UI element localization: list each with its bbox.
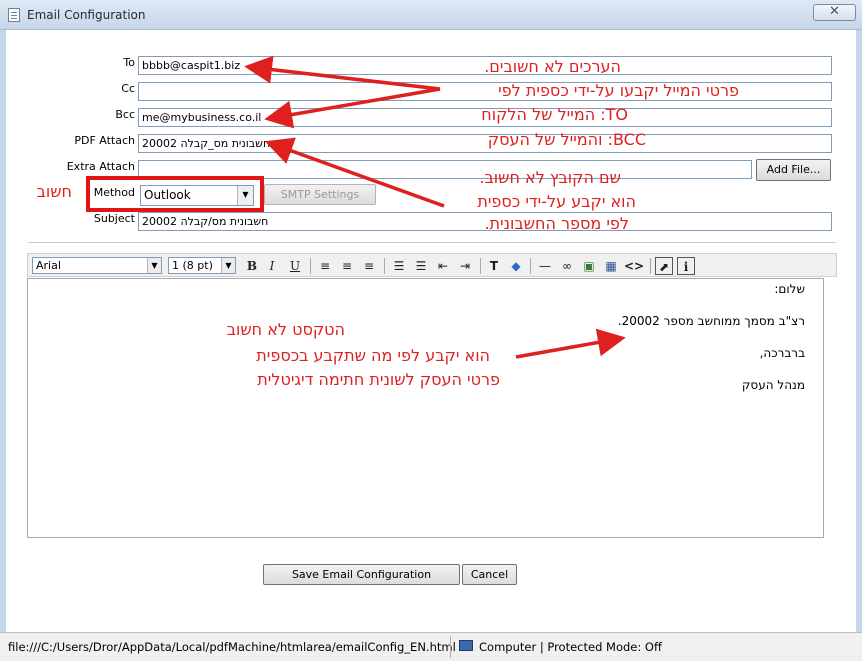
annotation-arrows (244, 55, 626, 359)
arrow-to-bcc-field (264, 87, 441, 129)
arrow-to-to-field (244, 55, 441, 91)
arrow-to-pdf-field (264, 137, 445, 208)
arrow-to-body (515, 328, 626, 359)
